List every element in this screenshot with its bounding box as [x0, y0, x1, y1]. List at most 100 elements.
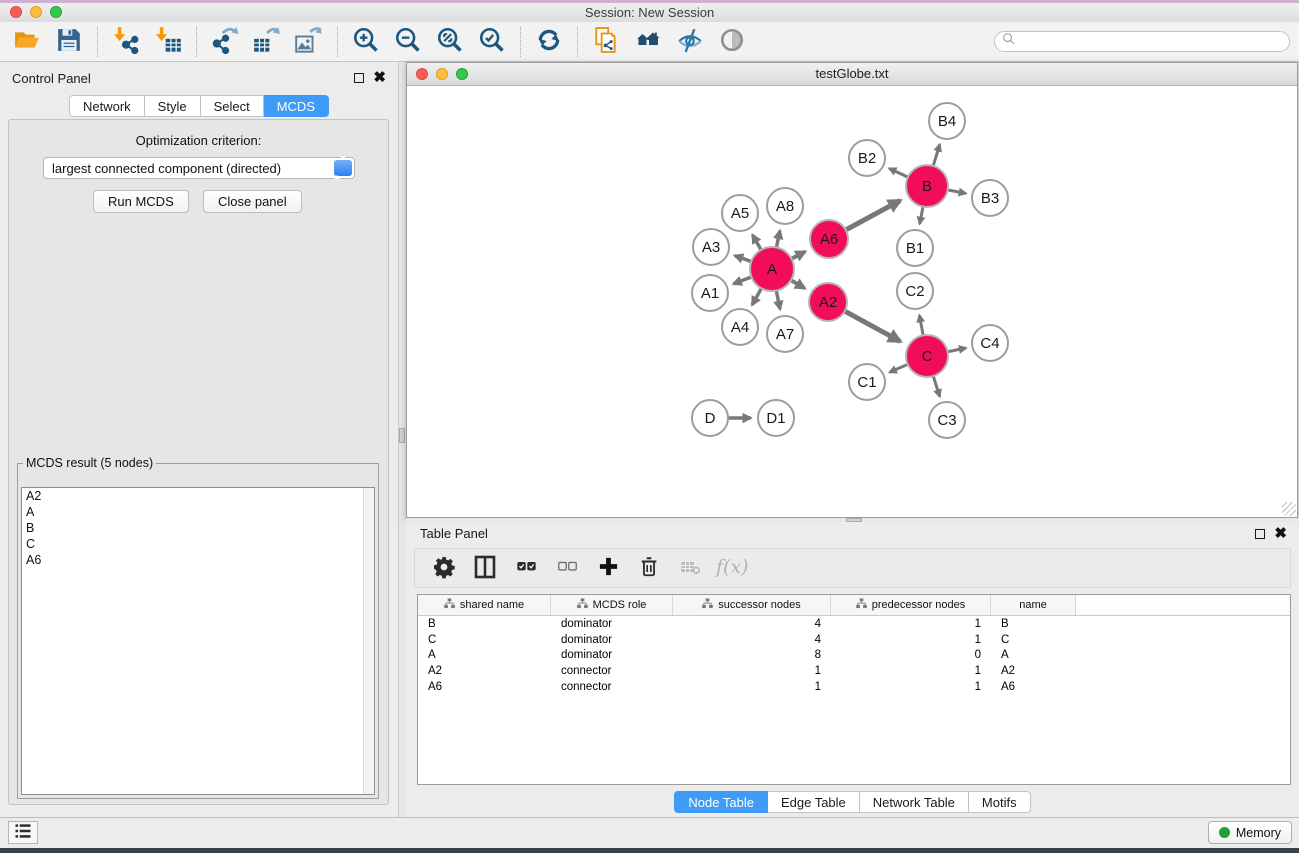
graph-node-C1[interactable]: C1	[849, 364, 885, 400]
graph-node-A[interactable]: A	[750, 247, 794, 291]
open-session-button[interactable]	[6, 24, 48, 60]
close-panel-icon[interactable]: ✖	[373, 72, 386, 83]
result-item[interactable]: B	[22, 520, 374, 536]
select-all-button[interactable]	[507, 551, 545, 585]
column-header-mcds-role[interactable]: MCDS role	[551, 595, 673, 615]
result-item[interactable]: A6	[22, 552, 374, 568]
node-table: shared nameMCDS rolesuccessor nodesprede…	[417, 594, 1291, 785]
search-field[interactable]	[994, 31, 1290, 52]
open-session-icon	[12, 27, 42, 56]
deselect-all-button[interactable]	[548, 551, 586, 585]
minimize-window-button[interactable]	[30, 6, 42, 18]
zoom-in-button[interactable]	[345, 24, 387, 60]
resize-grip-icon[interactable]	[1282, 502, 1296, 516]
network-minimize-button[interactable]	[436, 68, 448, 80]
svg-text:C2: C2	[905, 283, 924, 300]
network-frame-titlebar[interactable]: testGlobe.txt	[407, 63, 1297, 86]
search-input[interactable]	[1020, 33, 1289, 51]
graph-node-A4[interactable]: A4	[722, 309, 758, 345]
close-panel-icon[interactable]: ✖	[1274, 528, 1287, 539]
hide-graphics-details-button[interactable]	[669, 24, 711, 60]
clone-network-button[interactable]	[585, 24, 627, 60]
network-graph[interactable]: B4 B2 B B3 A5 A8A6 A3 B1 A C2 A1 A2 A4A7 C4 C C1 C3 D D1	[407, 86, 1297, 517]
table-row[interactable]: A2connector11A2	[418, 663, 1290, 679]
column-header-successor-nodes[interactable]: successor nodes	[673, 595, 831, 615]
graph-node-A5[interactable]: A5	[722, 195, 758, 231]
close-panel-button[interactable]: Close panel	[203, 190, 302, 213]
column-header-name[interactable]: name	[991, 595, 1076, 615]
zoom-out-button[interactable]	[387, 24, 429, 60]
table-row[interactable]: A6connector11A6	[418, 679, 1290, 695]
mcds-result-list[interactable]: A2ABCA6	[21, 487, 375, 795]
tab-network[interactable]: Network	[69, 95, 145, 117]
network-zoom-button[interactable]	[456, 68, 468, 80]
graph-node-C3[interactable]: C3	[929, 402, 965, 438]
criterion-dropdown[interactable]: largest connected component (directed)	[43, 157, 355, 179]
graph-node-C4[interactable]: C4	[972, 325, 1008, 361]
show-graphics-details-icon	[719, 27, 745, 56]
graph-node-A1[interactable]: A1	[692, 275, 728, 311]
column-header-label: name	[1019, 599, 1047, 611]
import-network-button[interactable]	[105, 24, 147, 60]
graph-node-B4[interactable]: B4	[929, 103, 965, 139]
window-titlebar[interactable]: Session: New Session	[0, 3, 1299, 23]
memory-button[interactable]: Memory	[1208, 821, 1292, 844]
zoom-fit-button[interactable]	[429, 24, 471, 60]
graph-node-B3[interactable]: B3	[972, 180, 1008, 216]
zoom-window-button[interactable]	[50, 6, 62, 18]
import-table-button[interactable]	[147, 24, 189, 60]
graph-node-B1[interactable]: B1	[897, 230, 933, 266]
settings-button[interactable]	[425, 551, 463, 585]
columns-icon	[473, 555, 497, 582]
table-cell: 4	[673, 618, 831, 630]
table-row[interactable]: Cdominator41C	[418, 632, 1290, 648]
result-item[interactable]: A2	[22, 488, 374, 504]
tab-select[interactable]: Select	[201, 95, 264, 117]
network-close-button[interactable]	[416, 68, 428, 80]
save-session-button[interactable]	[48, 24, 90, 60]
graph-node-B[interactable]: B	[906, 165, 948, 207]
table-row[interactable]: Bdominator41B	[418, 616, 1290, 632]
network-canvas[interactable]: B4 B2 B B3 A5 A8A6 A3 B1 A C2 A1 A2 A4A7 C4 C C1 C3 D D1	[407, 86, 1297, 517]
vertical-splitter[interactable]	[399, 62, 406, 818]
graph-node-A8[interactable]: A8	[767, 188, 803, 224]
svg-text:A5: A5	[731, 205, 749, 222]
table-row[interactable]: Adominator80A	[418, 647, 1290, 663]
zoom-selected-button[interactable]	[471, 24, 513, 60]
add-row-button[interactable]	[589, 551, 627, 585]
graph-node-A2[interactable]: A2	[809, 283, 847, 321]
task-history-button[interactable]	[8, 821, 38, 844]
graph-node-A7[interactable]: A7	[767, 316, 803, 352]
tab-mcds[interactable]: MCDS	[264, 95, 329, 117]
tab-node-table[interactable]: Node Table	[674, 791, 768, 813]
columns-button[interactable]	[466, 551, 504, 585]
column-header-shared-name[interactable]: shared name	[418, 595, 551, 615]
refresh-button[interactable]	[528, 24, 570, 60]
graph-node-D[interactable]: D	[692, 400, 728, 436]
tab-edge-table[interactable]: Edge Table	[768, 791, 860, 813]
graph-node-B2[interactable]: B2	[849, 140, 885, 176]
result-list-scrollbar[interactable]	[363, 488, 374, 794]
show-graphics-details-button[interactable]	[711, 24, 753, 60]
run-mcds-button[interactable]: Run MCDS	[93, 190, 189, 213]
delete-row-button[interactable]	[630, 551, 668, 585]
graph-node-D1[interactable]: D1	[758, 400, 794, 436]
graph-node-C[interactable]: C	[906, 335, 948, 377]
tab-motifs[interactable]: Motifs	[969, 791, 1031, 813]
float-panel-icon[interactable]	[1255, 529, 1265, 539]
close-window-button[interactable]	[10, 6, 22, 18]
tab-network-table[interactable]: Network Table	[860, 791, 969, 813]
column-header-predecessor-nodes[interactable]: predecessor nodes	[831, 595, 991, 615]
graph-node-C2[interactable]: C2	[897, 273, 933, 309]
vertical-splitter-handle[interactable]	[399, 428, 405, 443]
export-image-button[interactable]	[288, 24, 330, 60]
float-panel-icon[interactable]	[354, 73, 364, 83]
result-item[interactable]: C	[22, 536, 374, 552]
graph-node-A6[interactable]: A6	[810, 220, 848, 258]
result-item[interactable]: A	[22, 504, 374, 520]
export-table-button[interactable]	[246, 24, 288, 60]
graph-node-A3[interactable]: A3	[693, 229, 729, 265]
tab-style[interactable]: Style	[145, 95, 201, 117]
home-button[interactable]	[627, 24, 669, 60]
export-network-button[interactable]	[204, 24, 246, 60]
